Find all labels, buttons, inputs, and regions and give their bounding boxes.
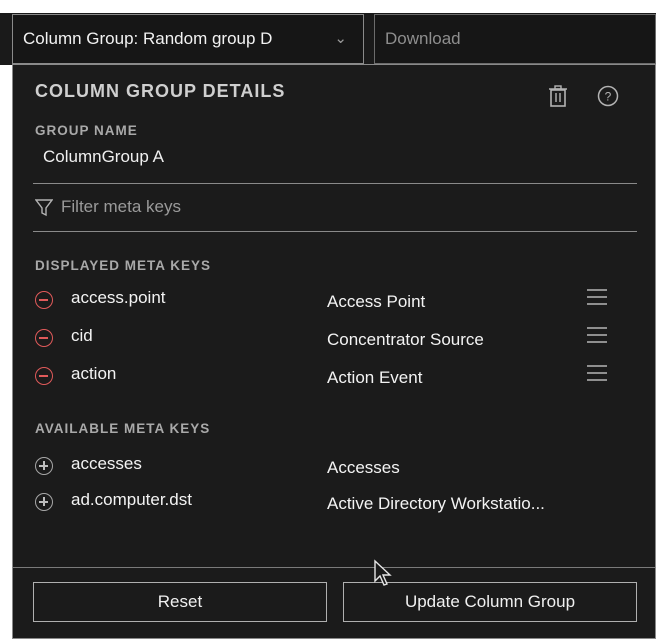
download-label: Download [385, 29, 461, 48]
chevron-down-icon: ⌄ [334, 30, 347, 47]
svg-text:?: ? [605, 90, 612, 104]
help-icon[interactable]: ? [597, 85, 619, 107]
meta-key-description: Accesses [327, 458, 400, 477]
column-group-select-label: Column Group: Random group D [23, 29, 273, 48]
available-meta-keys-label: AVAILABLE META KEYS [35, 421, 211, 436]
meta-key-description: Action Event [327, 368, 423, 387]
column-group-details-panel: COLUMN GROUP DETAILS ? GROUP NAME Column… [12, 64, 656, 639]
displayed-meta-keys-label: DISPLAYED META KEYS [35, 258, 212, 273]
remove-circle-icon[interactable] [35, 329, 53, 347]
footer-divider [13, 567, 655, 568]
divider [33, 183, 637, 184]
reset-button[interactable]: Reset [33, 582, 327, 622]
add-circle-icon[interactable] [35, 493, 53, 511]
meta-key-name: accesses [71, 454, 142, 473]
group-name-input[interactable]: ColumnGroup A [43, 147, 164, 167]
available-meta-key-row: ad.computer.dst Active Directory Worksta… [13, 489, 653, 519]
drag-handle-icon[interactable] [587, 327, 609, 345]
available-meta-key-row: accesses Accesses [13, 453, 653, 483]
column-group-select[interactable]: Column Group: Random group D ⌄ [12, 14, 364, 64]
meta-key-name: access.point [71, 288, 166, 307]
drag-handle-icon[interactable] [587, 365, 609, 383]
displayed-meta-key-row: cid Concentrator Source [13, 325, 653, 355]
meta-key-description: Access Point [327, 292, 426, 311]
add-circle-icon[interactable] [35, 457, 53, 475]
group-name-label: GROUP NAME [35, 123, 138, 138]
filter-icon [35, 199, 53, 217]
meta-key-name: ad.computer.dst [71, 490, 192, 509]
meta-key-name: cid [71, 326, 93, 345]
meta-key-name: action [71, 364, 117, 383]
remove-circle-icon[interactable] [35, 367, 53, 385]
divider [33, 231, 637, 232]
drag-handle-icon[interactable] [587, 289, 609, 307]
displayed-meta-key-row: action Action Event [13, 363, 653, 393]
trash-icon[interactable] [548, 85, 568, 107]
mouse-cursor-icon [374, 559, 392, 586]
remove-circle-icon[interactable] [35, 291, 53, 309]
panel-title: COLUMN GROUP DETAILS [35, 81, 286, 101]
meta-key-description: Concentrator Source [327, 330, 484, 349]
displayed-meta-key-row: access.point Access Point [13, 287, 653, 317]
top-band [0, 0, 656, 14]
download-button[interactable]: Download [374, 14, 656, 64]
meta-key-description: Active Directory Workstatio... [327, 494, 545, 513]
filter-meta-keys-input[interactable] [61, 195, 621, 219]
